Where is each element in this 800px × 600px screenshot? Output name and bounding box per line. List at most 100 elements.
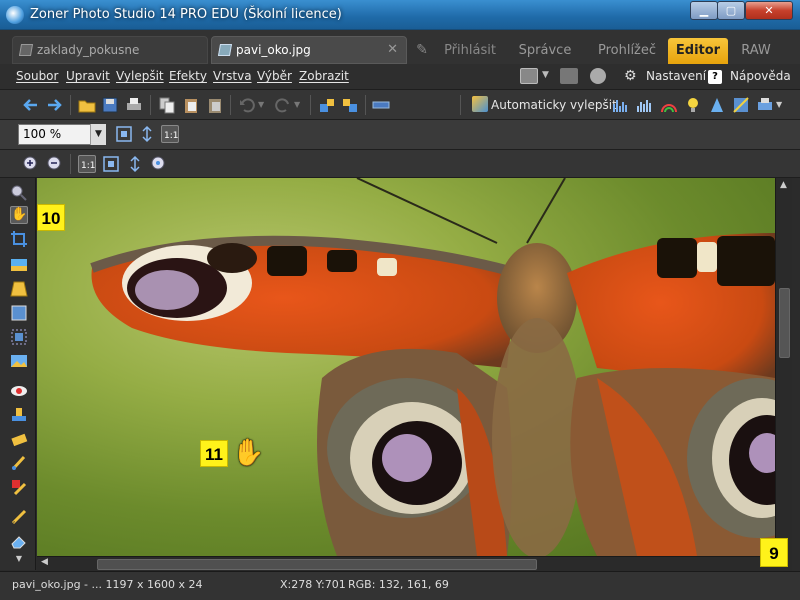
light-bulb-icon[interactable] (684, 96, 702, 114)
module-login[interactable]: Přihlásit (440, 38, 500, 64)
help-button[interactable]: Nápověda (730, 69, 791, 83)
healing-tool-icon[interactable] (10, 430, 28, 448)
toolbar-divider (460, 95, 461, 115)
actual-size-icon[interactable]: 1:1 (78, 155, 96, 173)
app-icon (6, 6, 24, 24)
color-balance-icon[interactable] (660, 96, 678, 114)
eraser-tool-icon[interactable] (10, 532, 28, 550)
screen-icon[interactable] (520, 68, 538, 84)
new-tab-icon[interactable]: ✎ (410, 38, 434, 62)
module-viewer[interactable]: Prohlížeč (590, 38, 664, 64)
rotate-right-icon[interactable] (341, 96, 359, 114)
menu-file[interactable]: Soubor (16, 69, 58, 83)
image-canvas[interactable] (37, 178, 775, 556)
butterfly-photo (90, 178, 775, 556)
tab-bar: zaklady_pokusne pavi_oko.jpg ✕ ✎ Přihlás… (0, 30, 800, 64)
zoom-toolbar: 100 % ▼ 1:1 (0, 120, 800, 150)
print-preset-icon[interactable] (756, 96, 774, 114)
close-tab-icon[interactable]: ✕ (387, 37, 398, 63)
maximize-button[interactable]: ▢ (717, 1, 745, 20)
toolbar-divider (150, 95, 151, 115)
chevron-down-icon[interactable]: ▼ (776, 96, 794, 114)
zoom-tool-icon[interactable] (10, 184, 28, 202)
rotate-left-icon[interactable] (318, 96, 336, 114)
status-rgb: RGB: 132, 161, 69 (348, 578, 449, 591)
curves-icon[interactable] (636, 96, 654, 114)
status-bar: pavi_oko.jpg - ... 1197 x 1600 x 24 X:27… (0, 571, 800, 600)
edit-document-icon (217, 44, 233, 56)
menu-layer[interactable]: Vrstva (213, 69, 252, 83)
film-strip-icon[interactable] (372, 96, 390, 114)
menu-selection[interactable]: Výběr (257, 69, 292, 83)
fit-height-icon[interactable] (126, 155, 144, 173)
hand-cursor-icon: ✋ (232, 438, 265, 468)
brush-tool-icon[interactable] (10, 454, 28, 472)
auto-enhance-icon[interactable] (472, 96, 488, 112)
shop-icon[interactable] (590, 68, 606, 84)
horizontal-scrollbar[interactable]: ◀ ▶ (37, 556, 775, 571)
paste-special-icon[interactable] (206, 96, 224, 114)
help-icon[interactable]: ? (708, 70, 722, 84)
annotation-marker-10: 10 (37, 204, 65, 231)
menu-edit[interactable]: Upravit (66, 69, 110, 83)
toolbar-divider (70, 154, 71, 174)
menu-view[interactable]: Zobrazit (299, 69, 349, 83)
print-icon[interactable] (125, 96, 143, 114)
svg-text:1:1: 1:1 (164, 131, 178, 141)
tab-label: pavi_oko.jpg (236, 43, 311, 57)
gear-icon[interactable]: ⚙ (624, 68, 637, 84)
tab-pavi-oko[interactable]: pavi_oko.jpg ✕ (211, 36, 407, 64)
svg-text:1:1: 1:1 (81, 161, 95, 171)
auto-enhance-button[interactable]: Automaticky vylepšit (491, 98, 617, 112)
vertical-scroll-thumb[interactable] (779, 288, 790, 358)
chevron-down-icon[interactable]: ▼ (10, 554, 28, 566)
tab-label: zaklady_pokusne (37, 43, 140, 57)
minimize-button[interactable]: ▁ (690, 1, 718, 20)
back-arrow-icon[interactable] (22, 96, 40, 114)
undo-icon[interactable] (238, 96, 256, 114)
chevron-down-icon[interactable]: ▼ (90, 124, 106, 145)
adjust-image-icon[interactable] (732, 96, 750, 114)
settings-button[interactable]: Nastavení (646, 69, 706, 83)
perspective-tool-icon[interactable] (10, 280, 28, 298)
save-icon[interactable] (101, 96, 119, 114)
fit-height-icon[interactable] (138, 125, 156, 143)
document-icon (18, 44, 34, 56)
module-raw[interactable]: RAW (732, 38, 780, 64)
badge-icon[interactable] (560, 68, 578, 84)
redo-icon[interactable] (274, 96, 292, 114)
levels-icon[interactable] (612, 96, 630, 114)
sharpen-icon[interactable] (708, 96, 726, 114)
horizontal-scroll-thumb[interactable] (97, 559, 537, 570)
hand-tool-icon[interactable]: ✋ (10, 206, 28, 224)
forward-arrow-icon[interactable] (45, 96, 63, 114)
red-eye-tool-icon[interactable] (10, 382, 28, 400)
zoom-preview-icon[interactable] (150, 155, 168, 173)
horizon-tool-icon[interactable] (10, 256, 28, 274)
menu-effects[interactable]: Efekty (169, 69, 207, 83)
paste-icon[interactable] (182, 96, 200, 114)
zoom-out-icon[interactable] (46, 155, 64, 173)
scroll-left-icon[interactable]: ◀ (41, 557, 48, 567)
fit-to-window-icon[interactable] (115, 125, 133, 143)
crop-tool-icon[interactable] (10, 230, 28, 248)
actual-size-icon[interactable]: 1:1 (161, 125, 179, 143)
open-folder-icon[interactable] (78, 96, 96, 114)
module-manager[interactable]: Správce (508, 38, 582, 64)
scroll-up-icon[interactable]: ▲ (780, 180, 787, 190)
clone-stamp-tool-icon[interactable] (10, 406, 28, 424)
selection-tool-icon[interactable] (10, 328, 28, 346)
vertical-scrollbar[interactable]: ▲ (775, 178, 792, 556)
zoom-in-icon[interactable] (22, 155, 40, 173)
copy-icon[interactable] (158, 96, 176, 114)
resize-tool-icon[interactable] (10, 304, 28, 322)
menu-enhance[interactable]: Vylepšit (116, 69, 164, 83)
close-button[interactable]: ✕ (745, 1, 793, 20)
retouch-tool-icon[interactable] (10, 478, 28, 496)
chevron-down-icon[interactable]: ▼ (542, 70, 549, 80)
module-editor[interactable]: Editor (668, 38, 728, 64)
pencil-tool-icon[interactable] (10, 508, 28, 526)
landscape-tool-icon[interactable] (10, 352, 28, 370)
tab-zaklady-pokusne[interactable]: zaklady_pokusne (12, 36, 208, 64)
fit-to-window-icon[interactable] (102, 155, 120, 173)
